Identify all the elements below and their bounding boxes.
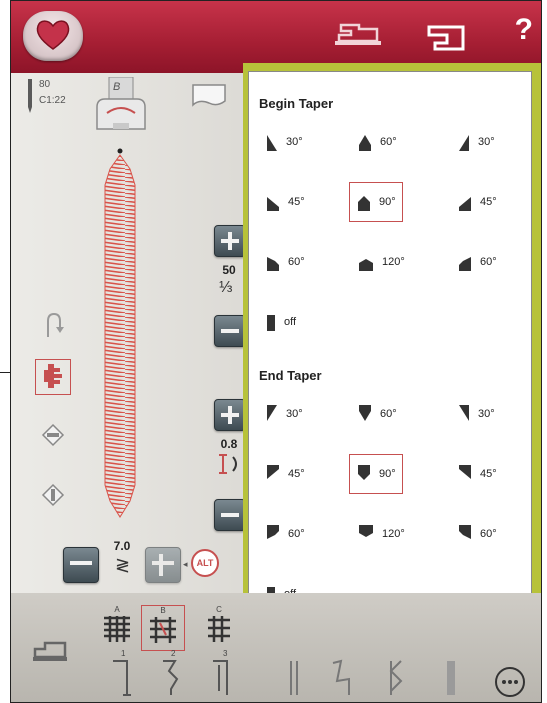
end-taper-option-selected[interactable]: 90° — [349, 454, 403, 494]
stitch-density-value: 7.0 — [113, 539, 131, 553]
heart-button[interactable] — [23, 11, 83, 61]
heart-icon — [36, 20, 70, 50]
taper-popup-body: Begin Taper 30° 60° 30° 45° 90° 45° 60° … — [248, 71, 532, 621]
taper-end-center-60-icon — [359, 405, 371, 421]
taper-begin-center-60-icon — [359, 135, 371, 151]
end-taper-option[interactable]: 30° — [265, 396, 303, 432]
needle-icon — [28, 79, 32, 113]
taper-button[interactable] — [35, 359, 71, 395]
end-taper-option[interactable]: 30° — [457, 396, 495, 432]
stitch-preview — [104, 148, 136, 518]
taper-begin-right-30-icon — [459, 135, 469, 151]
machine-icon[interactable] — [423, 19, 473, 55]
help-button[interactable]: ? — [515, 13, 533, 47]
taper-begin-left-60-icon — [267, 257, 279, 271]
machine-screen: ? 80 C1:22 B 50 ⅓ 0.8 7.0 ≷ ◂ ALT Begin … — [10, 0, 542, 703]
sewing-machine-icon[interactable] — [31, 637, 71, 667]
begin-taper-option[interactable]: 45° — [457, 184, 497, 220]
taper-end-left-45-icon — [267, 465, 279, 479]
taper-end-left-30-icon — [267, 405, 277, 421]
width-minus-button[interactable] — [214, 315, 246, 347]
presser-foot-icon — [96, 76, 146, 130]
begin-taper-title: Begin Taper — [259, 96, 334, 111]
pattern-start-icon[interactable] — [41, 423, 65, 447]
density-minus-button[interactable] — [63, 547, 99, 583]
presser-foot[interactable]: B — [91, 76, 151, 139]
taper-begin-center-120-icon — [359, 259, 373, 271]
stitch-category-tab[interactable]: A — [95, 605, 139, 651]
stitch-pattern-b-icon — [150, 617, 176, 643]
end-taper-title: End Taper — [259, 368, 322, 383]
taper-end-right-60-icon — [459, 525, 471, 539]
taper-begin-left-30-icon — [267, 135, 277, 151]
stitch-density-icon: ≷ — [115, 555, 131, 575]
sewing-mode-icon[interactable] — [329, 19, 389, 51]
taper-end-left-60-icon — [267, 525, 279, 539]
length-minus-button[interactable] — [214, 499, 246, 531]
stitch-category-tab[interactable]: C — [203, 605, 235, 651]
alt-button[interactable]: ALT — [191, 549, 219, 577]
end-taper-option[interactable]: 45° — [457, 456, 497, 492]
taper-begin-center-90-icon — [358, 196, 370, 211]
taper-begin-right-60-icon — [459, 257, 471, 271]
taper-off-icon — [267, 315, 275, 331]
alt-arrow-icon: ◂ — [183, 559, 188, 569]
needle-size: 80 — [39, 79, 51, 90]
end-taper-option[interactable]: 60° — [265, 516, 305, 552]
begin-taper-option[interactable]: 30° — [457, 124, 495, 160]
width-plus-button[interactable] — [214, 225, 246, 257]
begin-taper-option[interactable]: 60° — [265, 244, 305, 280]
stitch-pattern-a-icon — [104, 616, 130, 642]
end-taper-option[interactable]: 60° — [357, 396, 397, 432]
begin-taper-off-option[interactable]: off — [265, 304, 296, 340]
stitch-pattern-c-icon — [208, 616, 230, 642]
taper-begin-left-45-icon — [267, 197, 279, 211]
stitch-width-value: 50 — [222, 263, 236, 277]
taper-end-right-45-icon — [459, 465, 471, 479]
end-taper-option[interactable]: 120° — [357, 516, 405, 552]
end-taper-option[interactable]: 60° — [457, 516, 497, 552]
begin-taper-option[interactable]: 45° — [265, 184, 305, 220]
more-options-icon[interactable] — [493, 665, 527, 699]
fabric-icon[interactable] — [189, 81, 229, 109]
pattern-end-icon[interactable] — [41, 483, 65, 507]
taper-icon — [44, 364, 62, 388]
begin-taper-option[interactable]: 30° — [265, 124, 303, 160]
needle-code: C1:22 — [39, 95, 66, 106]
taper-end-center-120-icon — [359, 525, 373, 537]
begin-taper-option-selected[interactable]: 90° — [349, 182, 403, 222]
end-taper-option[interactable]: 45° — [265, 456, 305, 492]
taper-end-right-30-icon — [459, 405, 469, 421]
stitch-width-icon: ⅓ — [219, 279, 233, 296]
density-plus-button[interactable] — [145, 547, 181, 583]
begin-taper-option[interactable]: 60° — [357, 124, 397, 160]
presser-foot-label: B — [113, 81, 121, 93]
tie-off-icon[interactable] — [43, 311, 65, 339]
taper-popup: Begin Taper 30° 60° 30° 45° 90° 45° 60° … — [243, 63, 541, 643]
stitch-panel: 80 C1:22 B 50 ⅓ 0.8 7.0 ≷ ◂ ALT — [11, 73, 251, 593]
stitch-strip[interactable] — [101, 657, 521, 699]
taper-end-center-90-icon — [358, 465, 370, 480]
stitch-length-icon — [219, 454, 237, 474]
begin-taper-option[interactable]: 60° — [457, 244, 497, 280]
taper-begin-right-45-icon — [459, 197, 471, 211]
stitch-category-tab-selected[interactable]: B — [141, 605, 185, 651]
begin-taper-option[interactable]: 120° — [357, 244, 405, 280]
length-plus-button[interactable] — [214, 399, 246, 431]
stitch-length-value: 0.8 — [220, 437, 238, 451]
